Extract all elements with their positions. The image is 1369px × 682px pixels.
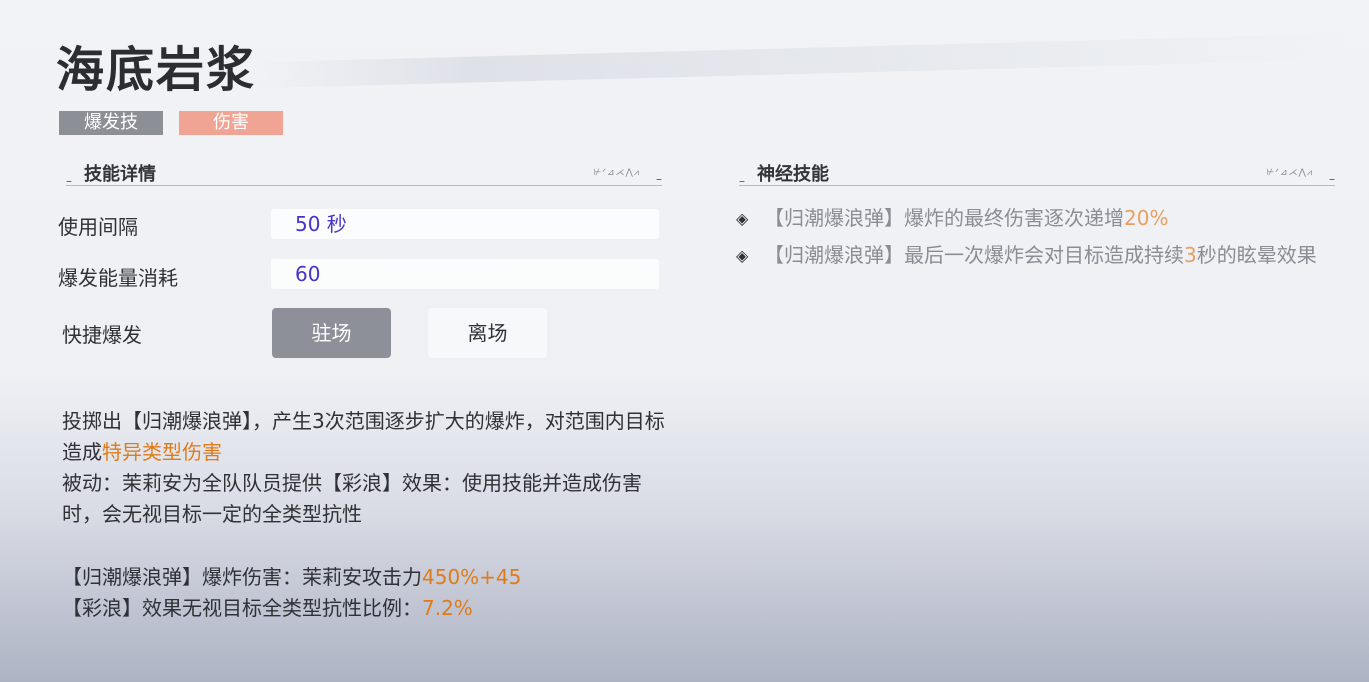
- neural-skill-list: ◈ 【归潮爆浪弹】爆炸的最终伤害逐次递增20% ◈ 【归潮爆浪弹】最后一次爆炸会…: [736, 204, 1336, 278]
- stat-explosion-value: 450%+45: [422, 565, 522, 589]
- diamond-bullet-icon: ◈: [736, 209, 749, 228]
- description-main: 投掷出【归潮爆浪弹】，产生3次范围逐步扩大的爆炸，对范围内目标造成特异类型伤害: [62, 409, 665, 464]
- skill-stats: 【归潮爆浪弹】爆炸伤害：茉莉安攻击力450%+45 【彩浪】效果无视目标全类型抗…: [62, 562, 521, 624]
- damage-type-highlight: 特异类型伤害: [102, 440, 222, 464]
- details-section-title: 技能详情: [84, 164, 156, 185]
- header-ornament: ⊬ᐟ⊿⋌⋀⩘: [593, 168, 640, 178]
- quick-burst-label: 快捷爆发: [62, 323, 142, 347]
- tag-damage: 伤害: [179, 111, 283, 135]
- description-passive: 被动：茉莉安为全队队员提供【彩浪】效果：使用技能并造成伤害时，会无视目标一定的全…: [62, 471, 642, 526]
- neural-skill-item: ◈ 【归潮爆浪弹】最后一次爆炸会对目标造成持续3秒的眩晕效果: [736, 241, 1336, 270]
- stat-resistance-ignore: 【彩浪】效果无视目标全类型抗性比例：7.2%: [62, 596, 473, 620]
- energy-cost-value: 60: [271, 259, 659, 289]
- skill-title: 海底岩浆: [56, 42, 257, 98]
- neural-section-title: 神经技能: [757, 164, 829, 185]
- header-dash-left: –: [739, 174, 745, 188]
- stat-explosion-damage: 【归潮爆浪弹】爆炸伤害：茉莉安攻击力450%+45: [62, 565, 522, 589]
- diamond-bullet-icon: ◈: [736, 246, 749, 265]
- energy-cost-label: 爆发能量消耗: [58, 266, 178, 290]
- neural-skill-item: ◈ 【归潮爆浪弹】爆炸的最终伤害逐次递增20%: [736, 204, 1336, 233]
- header-ornament: ⊬ᐟ⊿⋌⋀⩘: [1266, 168, 1313, 178]
- stat-resistance-value: 7.2%: [422, 596, 473, 620]
- quick-burst-stay-button[interactable]: 驻场: [272, 308, 391, 358]
- details-section-header: – 技能详情 ⊬ᐟ⊿⋌⋀⩘ –: [66, 160, 662, 188]
- neural-section-header: – 神经技能 ⊬ᐟ⊿⋌⋀⩘ –: [739, 160, 1335, 188]
- skill-description: 投掷出【归潮爆浪弹】，产生3次范围逐步扩大的爆炸，对范围内目标造成特异类型伤害 …: [62, 406, 672, 530]
- quick-burst-leave-button[interactable]: 离场: [428, 308, 547, 358]
- cooldown-value: 50 秒: [271, 209, 659, 239]
- tag-burst: 爆发技: [59, 111, 163, 135]
- skill-tags: 爆发技 伤害: [59, 111, 283, 135]
- header-dash-left: –: [66, 174, 72, 188]
- header-dash-right: –: [1329, 172, 1335, 186]
- header-dash-right: –: [656, 172, 662, 186]
- cooldown-label: 使用间隔: [58, 215, 138, 239]
- background-streak: [249, 33, 1351, 89]
